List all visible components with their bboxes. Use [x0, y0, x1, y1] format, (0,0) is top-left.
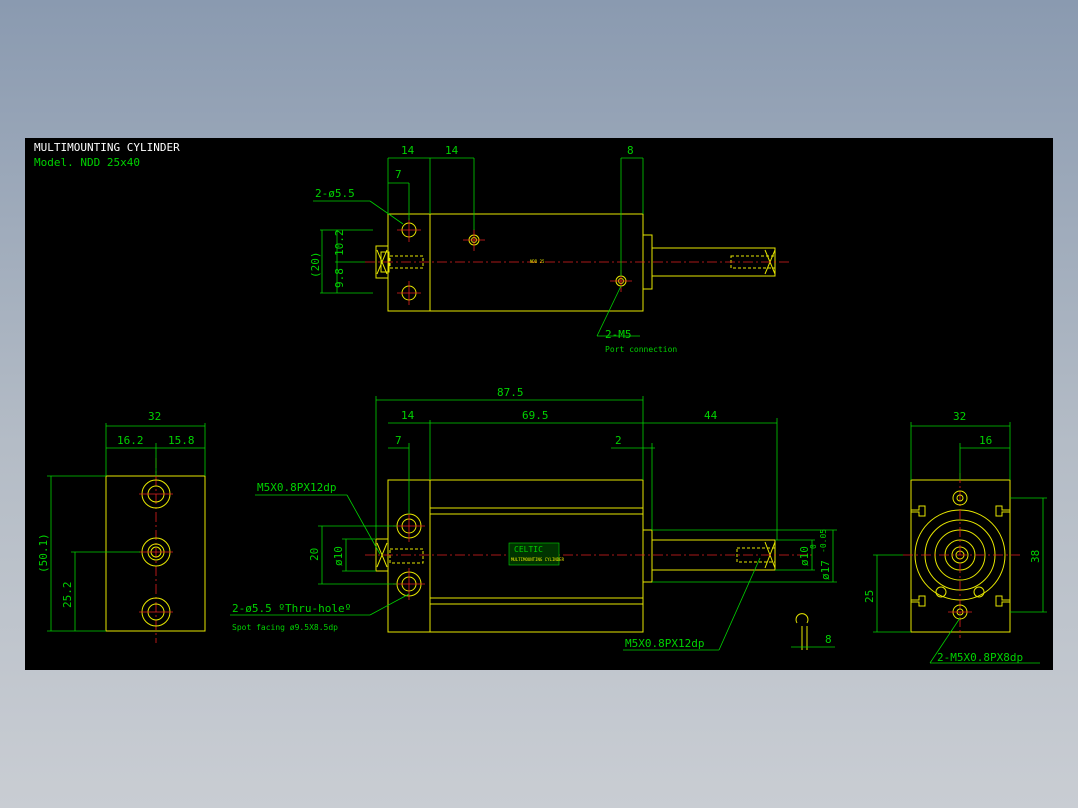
top-body-outline: [387, 213, 644, 312]
top-port-note: 2-M5: [605, 328, 632, 341]
front-hole-note: 2-ø5.5 ºThru-holeº: [232, 602, 351, 615]
left-dim-16-2: 16.2: [117, 434, 144, 447]
top-port-sub: Port connection: [605, 345, 677, 354]
right-view: 32 16 38 25 2-M5X0.8PX8dp: [863, 410, 1047, 664]
front-thread-right: M5X0.8PX12dp: [625, 637, 704, 650]
front-dim-tol0: 0: [809, 544, 818, 549]
top-hole-note: 2-ø5.5: [315, 187, 355, 200]
front-dim-phi17: ø17: [819, 560, 832, 580]
left-dim-15-8: 15.8: [168, 434, 195, 447]
top-dim-20: (20): [309, 252, 322, 279]
front-dim-69-5: 69.5: [522, 409, 549, 422]
top-dim-8: 8: [627, 144, 634, 157]
left-body: [105, 475, 206, 632]
front-dim-14: 14: [401, 409, 415, 422]
drawing-title: MULTIMOUNTING CYLINDER: [34, 141, 180, 154]
front-dim-44: 44: [704, 409, 718, 422]
front-dim-8: 8: [825, 633, 832, 646]
top-dim-14b: 14: [445, 144, 459, 157]
right-dim-32: 32: [953, 410, 966, 423]
left-dim-25-2: 25.2: [61, 582, 74, 609]
left-view: 32 16.2 15.8 (50.1) 25.2: [37, 410, 206, 643]
front-dim-tol: -0.05: [819, 529, 828, 553]
drawing-model: Model. NDD 25x40: [34, 156, 140, 169]
top-dim-9-8: 9.8: [333, 268, 346, 288]
top-view: NDD 25 14 14 7 8 (20) 10.2 9.8 2-ø5.5 2-…: [309, 144, 790, 354]
cad-drawing-area[interactable]: MULTIMOUNTING CYLINDER Model. NDD 25x40 …: [25, 138, 1053, 670]
right-dim-16: 16: [979, 434, 992, 447]
top-rod-tag: NDD 25: [530, 259, 545, 264]
front-dim-20: 20: [308, 548, 321, 561]
front-dim-phi10: ø10: [332, 546, 345, 566]
right-thread-note: 2-M5X0.8PX8dp: [937, 651, 1023, 664]
cad-drawing: MULTIMOUNTING CYLINDER Model. NDD 25x40 …: [34, 141, 1047, 664]
front-dim-2: 2: [615, 434, 622, 447]
front-spot-note: Spot facing ø9.5X8.5dp: [232, 623, 338, 632]
top-dim-10-2: 10.2: [333, 230, 346, 257]
left-dim-50-1: (50.1): [37, 533, 50, 573]
top-dim-7: 7: [395, 168, 402, 181]
right-dim-25: 25: [863, 590, 876, 603]
front-dim-7: 7: [395, 434, 402, 447]
top-dim-14a: 14: [401, 144, 415, 157]
front-detail-mark: [795, 613, 809, 624]
front-thread-left: M5X0.8PX12dp: [257, 481, 336, 494]
front-label-sub: MULTIMOUNTING CYLINDER: [511, 557, 565, 562]
front-label-brand: CELTIC: [514, 545, 543, 554]
right-dim-38: 38: [1029, 550, 1042, 563]
front-dim-87-5: 87.5: [497, 386, 524, 399]
front-view: CELTIC MULTIMOUNTING CYLINDER 87.5 14 69…: [230, 386, 837, 651]
left-dim-32: 32: [148, 410, 161, 423]
